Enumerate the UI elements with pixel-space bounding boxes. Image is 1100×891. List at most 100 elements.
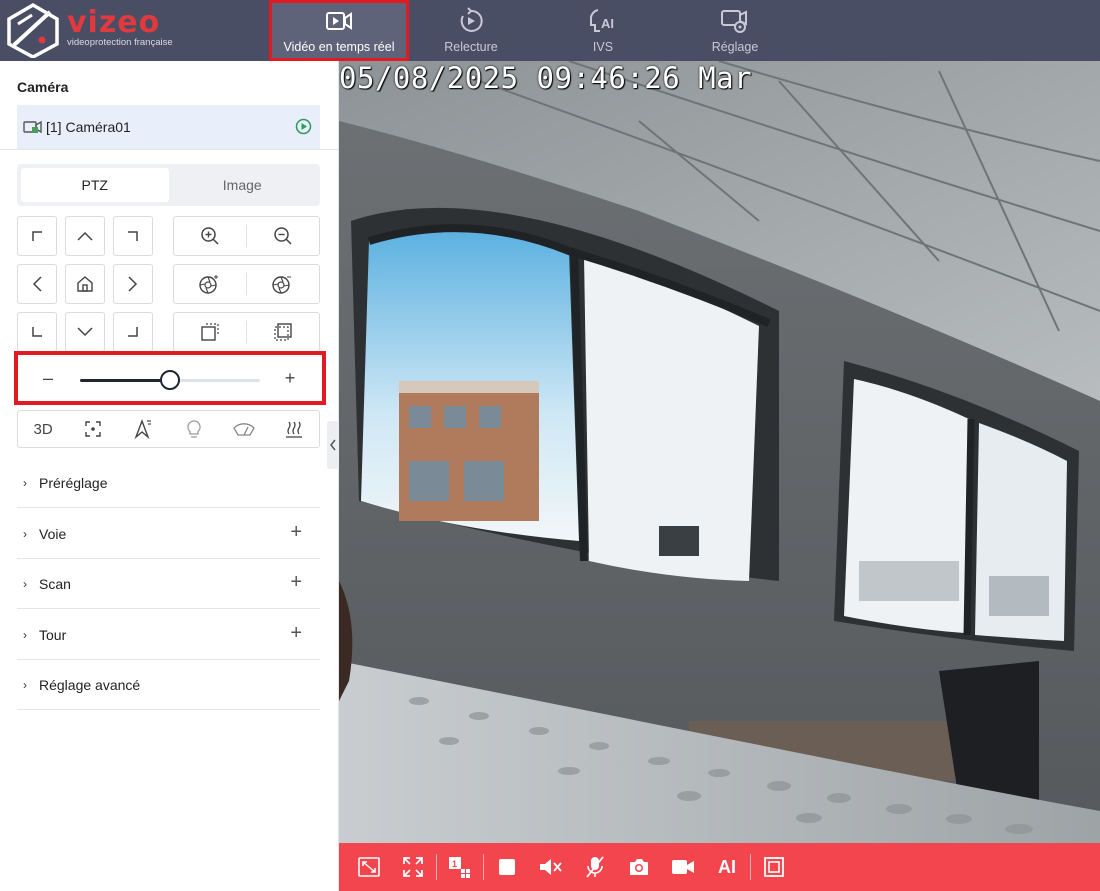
arrow-up-icon [77,231,93,241]
slider-increase-button[interactable]: + [280,367,300,389]
light-bulb-icon [186,420,201,438]
nav-settings-label: Réglage [711,40,759,54]
camera-list-item[interactable]: [1] Caméra01 [17,105,320,149]
stream-icon: 1 [449,857,470,878]
snapshot-button[interactable] [617,843,661,891]
section-voie[interactable]: › Voie + [17,509,320,559]
camera-feed-image [339,61,1100,843]
section-tour[interactable]: › Tour + [17,610,320,660]
nav-settings[interactable]: Réglage [700,0,770,61]
arrow-left-icon [32,276,42,292]
add-tour-button[interactable]: + [290,623,302,643]
logo-tagline: videoprotection française [67,37,173,48]
heater-button[interactable] [269,411,319,447]
camera-snapshot-icon [630,859,648,875]
settings-camera-icon [720,6,750,36]
section-preset[interactable]: › Préréglage [17,458,320,508]
live-video-icon [324,6,354,36]
focus-far-icon [274,323,292,341]
record-button[interactable] [661,843,705,891]
divider [0,149,338,150]
ptz-home-button[interactable] [65,264,105,304]
video-timestamp-overlay: 05/08/2025 09:46:26 Mar [339,61,753,95]
ptz-down-right-button[interactable] [113,312,153,352]
tab-ptz[interactable]: PTZ [21,168,169,202]
stop-button[interactable] [485,843,529,891]
section-scan[interactable]: › Scan + [17,559,320,609]
tracking-icon [134,419,152,439]
iris-close-button[interactable] [247,265,319,303]
chevron-right-icon: › [23,576,27,591]
arrow-down-icon [77,327,93,337]
nav-playback[interactable]: Relecture [426,0,516,61]
camera-section-title: Caméra [17,79,69,95]
video-record-icon [672,860,694,874]
fullscreen-button[interactable] [391,843,435,891]
ptz-tool-row: 3D [17,410,320,448]
ptz-right-button[interactable] [113,264,153,304]
collapse-panel-button[interactable] [327,421,339,469]
aperture-plus-icon [199,275,218,294]
nav-live-video[interactable]: Vidéo en temps réel [269,0,409,61]
logo-mark-icon [7,2,59,58]
microphone-button[interactable] [573,843,617,891]
stop-icon [499,859,515,875]
ai-overlay-button[interactable]: AI [705,843,749,891]
auto-tracking-button[interactable] [118,411,168,447]
focus-near-icon [201,323,219,341]
live-video-view[interactable]: 05/08/2025 09:46:26 Mar [339,61,1100,843]
heater-icon [285,421,302,438]
slider-decrease-button[interactable]: – [38,367,58,389]
area-focus-button[interactable] [68,411,118,447]
fullscreen-icon [403,857,423,877]
original-ratio-button[interactable] [347,843,391,891]
ptz-down-left-button[interactable] [17,312,57,352]
light-button[interactable] [169,411,219,447]
slider-knob[interactable] [160,370,180,390]
stream-select-button[interactable]: 1 [438,843,482,891]
nav-ivs-label: IVS [592,40,614,54]
toolbar-separator [750,854,751,880]
slider-track[interactable] [80,370,260,390]
section-tour-label: Tour [39,626,67,643]
tab-image[interactable]: Image [169,168,317,202]
add-voie-button[interactable]: + [290,522,302,542]
vizeo-logo: vizeo videoprotection française [4,2,194,58]
ptz-up-button[interactable] [65,216,105,256]
ptz-up-right-button[interactable] [113,216,153,256]
ptz-left-button[interactable] [17,264,57,304]
zoom-out-icon [274,227,292,245]
speaker-mute-icon [540,859,562,875]
ptz-speed-slider: – + [14,351,326,405]
mute-button[interactable] [529,843,573,891]
ptz-down-button[interactable] [65,312,105,352]
logo-text: vizeo [67,5,161,40]
wiper-button[interactable] [219,411,269,447]
play-icon[interactable] [295,118,312,135]
add-scan-button[interactable]: + [290,572,302,592]
arrow-right-icon [128,276,138,292]
3d-positioning-button[interactable]: 3D [18,411,68,447]
home-icon [77,276,93,292]
region-zoom-button[interactable] [752,843,796,891]
toolbar-separator [483,854,484,880]
zoom-in-button[interactable] [174,217,246,255]
zoom-in-icon [201,227,219,245]
focus-near-button[interactable] [174,313,246,351]
camera-icon [23,119,43,135]
video-toolbar: 1 AI [339,843,1100,891]
ptz-up-left-button[interactable] [17,216,57,256]
nav-live-video-label: Vidéo en temps réel [283,40,395,54]
section-voie-label: Voie [39,525,67,542]
nav-ivs[interactable]: AI IVS [570,0,636,61]
chevron-right-icon: › [23,627,27,642]
iris-open-button[interactable] [174,265,246,303]
focus-far-button[interactable] [247,313,319,351]
playback-icon [456,6,486,36]
section-advanced[interactable]: › Réglage avancé [17,660,320,710]
zoom-out-button[interactable] [247,217,319,255]
wiper-icon [232,423,255,436]
focus-frame-icon [85,421,101,437]
aperture-minus-icon [272,276,291,294]
arrow-down-left-icon [32,327,42,337]
